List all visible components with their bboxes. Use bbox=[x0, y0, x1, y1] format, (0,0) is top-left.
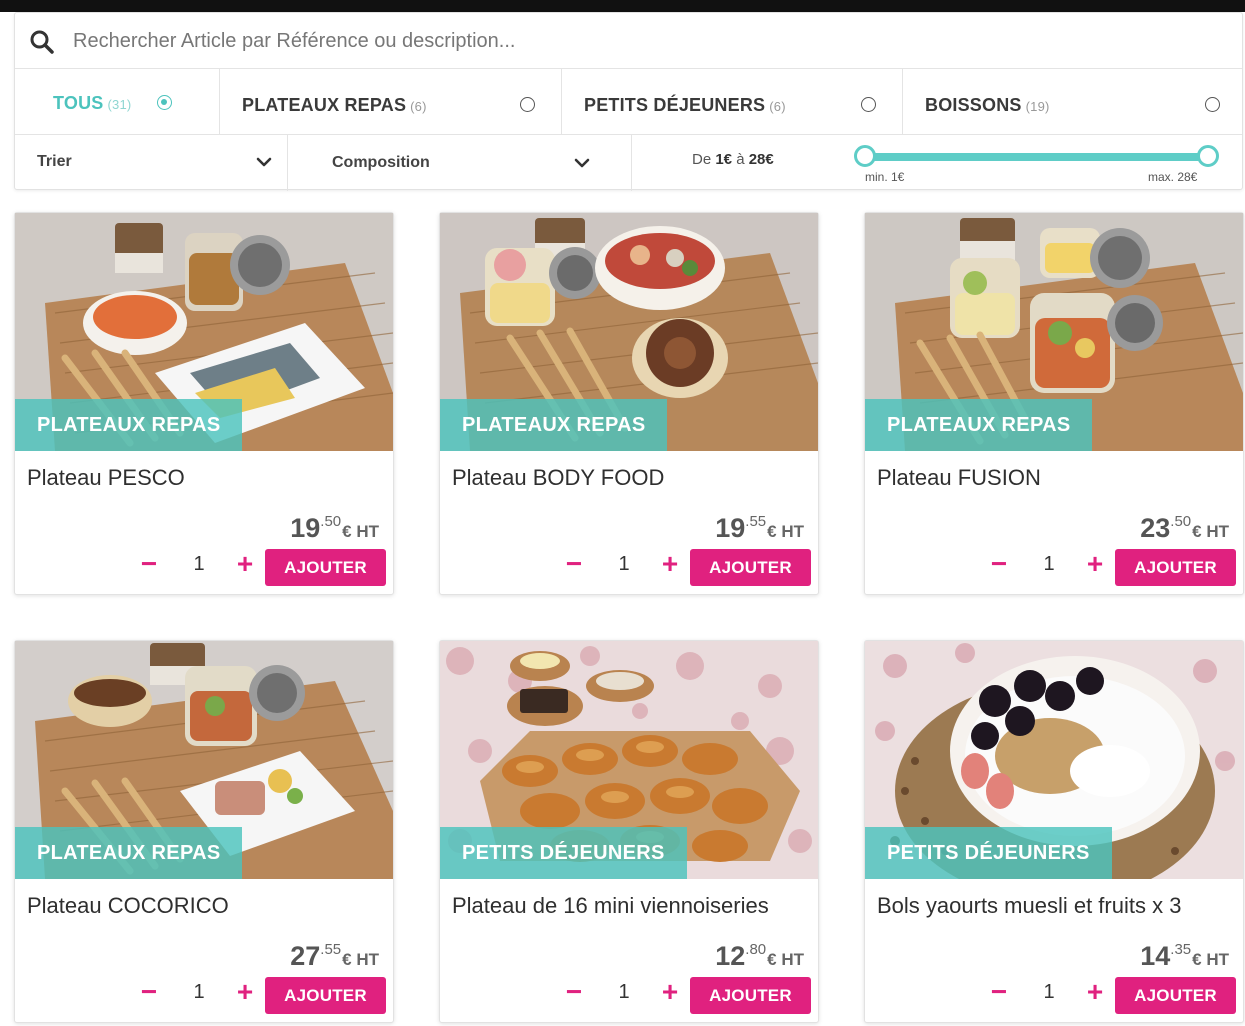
product-card[interactable]: PETITS DÉJEUNERS Plateau de 16 mini vien… bbox=[439, 640, 819, 1023]
top-bar bbox=[0, 0, 1245, 12]
category-tabs: TOUS (31) PLATEAUX REPAS (6) PETITS DÉJEUN… bbox=[15, 69, 1242, 135]
radio-plateaux-repas[interactable] bbox=[520, 97, 535, 112]
tab-count: (6) bbox=[769, 99, 786, 114]
product-price: 19.50€ HT bbox=[290, 513, 379, 543]
minus-icon[interactable]: − bbox=[135, 977, 163, 1007]
radio-tous[interactable] bbox=[157, 95, 172, 110]
radio-petits-dejeuners[interactable] bbox=[861, 97, 876, 112]
product-price: 19.55€ HT bbox=[715, 513, 804, 543]
price-slider-max-handle[interactable] bbox=[1197, 145, 1219, 167]
category-ribbon: PLATEAUX REPAS bbox=[440, 399, 668, 451]
add-to-cart-button[interactable]: AJOUTER bbox=[1115, 549, 1236, 586]
product-price: 23.50€ HT bbox=[1140, 513, 1229, 543]
product-price: 12.80€ HT bbox=[715, 941, 804, 971]
tab-count: (31) bbox=[107, 97, 132, 112]
slider-max-label: max. 28€ bbox=[1148, 170, 1198, 184]
filter-panel: TOUS(31) PLATEAUX REPAS(6) PETITS DÉJEUN… bbox=[14, 12, 1243, 191]
plus-icon[interactable]: + bbox=[656, 977, 684, 1007]
add-to-cart-button[interactable]: AJOUTER bbox=[265, 977, 386, 1014]
tab-label: PETITS DÉJEUNERS (6) bbox=[584, 95, 786, 115]
add-to-cart-button[interactable]: AJOUTER bbox=[1115, 977, 1236, 1014]
price-slider-min-handle[interactable] bbox=[854, 145, 876, 167]
product-price: 14.35€ HT bbox=[1140, 941, 1229, 971]
search-input[interactable] bbox=[73, 25, 1223, 57]
quantity-value[interactable]: 1 bbox=[1035, 553, 1063, 576]
tab-count: (6) bbox=[410, 99, 427, 114]
category-ribbon: PLATEAUX REPAS bbox=[15, 399, 243, 451]
plus-icon[interactable]: + bbox=[231, 977, 259, 1007]
plus-icon[interactable]: + bbox=[231, 549, 259, 579]
plus-icon[interactable]: + bbox=[1081, 549, 1109, 579]
composition-label: Composition bbox=[332, 154, 430, 171]
search-icon[interactable] bbox=[29, 29, 55, 55]
composition-dropdown[interactable]: Composition bbox=[288, 135, 632, 191]
chevron-down-icon bbox=[574, 158, 590, 168]
minus-icon[interactable]: − bbox=[135, 549, 163, 579]
tab-tous[interactable]: TOUS (31) bbox=[15, 69, 220, 135]
sort-filter-row: Trier Composition De 1€ à 28€ min. 1€ ma… bbox=[15, 135, 1242, 191]
tab-plateaux-repas[interactable]: PLATEAUX REPAS (6) bbox=[220, 69, 562, 135]
product-title[interactable]: Plateau BODY FOOD bbox=[452, 465, 664, 491]
product-card[interactable]: PLATEAUX REPAS Plateau COCORICO 27.55€ H… bbox=[14, 640, 394, 1023]
category-ribbon: PETITS DÉJEUNERS bbox=[865, 827, 1112, 879]
product-title[interactable]: Plateau FUSION bbox=[877, 465, 1041, 491]
quantity-value[interactable]: 1 bbox=[185, 553, 213, 576]
product-title[interactable]: Bols yaourts muesli et fruits x 3 bbox=[877, 893, 1181, 919]
add-to-cart-button[interactable]: AJOUTER bbox=[690, 977, 811, 1014]
tab-boissons[interactable]: BOISSONS (19) bbox=[903, 69, 1244, 135]
sort-label: Trier bbox=[37, 153, 72, 170]
add-to-cart-button[interactable]: AJOUTER bbox=[690, 549, 811, 586]
product-title[interactable]: Plateau de 16 mini viennoiseries bbox=[452, 893, 769, 919]
price-slider-track[interactable] bbox=[866, 153, 1210, 161]
product-card[interactable]: PLATEAUX REPAS Plateau BODY FOOD 19.55€ … bbox=[439, 212, 819, 595]
tab-label: TOUS (31) bbox=[53, 93, 132, 113]
minus-icon[interactable]: − bbox=[560, 977, 588, 1007]
sort-dropdown[interactable]: Trier bbox=[15, 135, 288, 191]
product-title[interactable]: Plateau PESCO bbox=[27, 465, 185, 491]
add-to-cart-button[interactable]: AJOUTER bbox=[265, 549, 386, 586]
product-price: 27.55€ HT bbox=[290, 941, 379, 971]
chevron-down-icon bbox=[256, 157, 272, 167]
category-ribbon: PLATEAUX REPAS bbox=[15, 827, 243, 879]
search-bar bbox=[15, 13, 1242, 69]
tab-count: (19) bbox=[1025, 99, 1050, 114]
price-range-text: De 1€ à 28€ bbox=[692, 151, 774, 168]
category-ribbon: PLATEAUX REPAS bbox=[865, 399, 1093, 451]
minus-icon[interactable]: − bbox=[985, 549, 1013, 579]
plus-icon[interactable]: + bbox=[656, 549, 684, 579]
plus-icon[interactable]: + bbox=[1081, 977, 1109, 1007]
price-range-filter: De 1€ à 28€ min. 1€ max. 28€ bbox=[632, 135, 1244, 191]
minus-icon[interactable]: − bbox=[560, 549, 588, 579]
tab-label: BOISSONS (19) bbox=[925, 95, 1050, 115]
radio-boissons[interactable] bbox=[1205, 97, 1220, 112]
quantity-value[interactable]: 1 bbox=[1035, 981, 1063, 1004]
product-card[interactable]: PLATEAUX REPAS Plateau PESCO 19.50€ HT −… bbox=[14, 212, 394, 595]
slider-min-label: min. 1€ bbox=[865, 170, 905, 184]
quantity-value[interactable]: 1 bbox=[610, 553, 638, 576]
quantity-value[interactable]: 1 bbox=[610, 981, 638, 1004]
category-ribbon: PETITS DÉJEUNERS bbox=[440, 827, 687, 879]
quantity-value[interactable]: 1 bbox=[185, 981, 213, 1004]
product-card[interactable]: PLATEAUX REPAS Plateau FUSION 23.50€ HT … bbox=[864, 212, 1244, 595]
tab-petits-dejeuners[interactable]: PETITS DÉJEUNERS (6) bbox=[562, 69, 903, 135]
product-title[interactable]: Plateau COCORICO bbox=[27, 893, 229, 919]
minus-icon[interactable]: − bbox=[985, 977, 1013, 1007]
tab-label: PLATEAUX REPAS (6) bbox=[242, 95, 427, 115]
product-card[interactable]: PETITS DÉJEUNERS Bols yaourts muesli et … bbox=[864, 640, 1244, 1023]
